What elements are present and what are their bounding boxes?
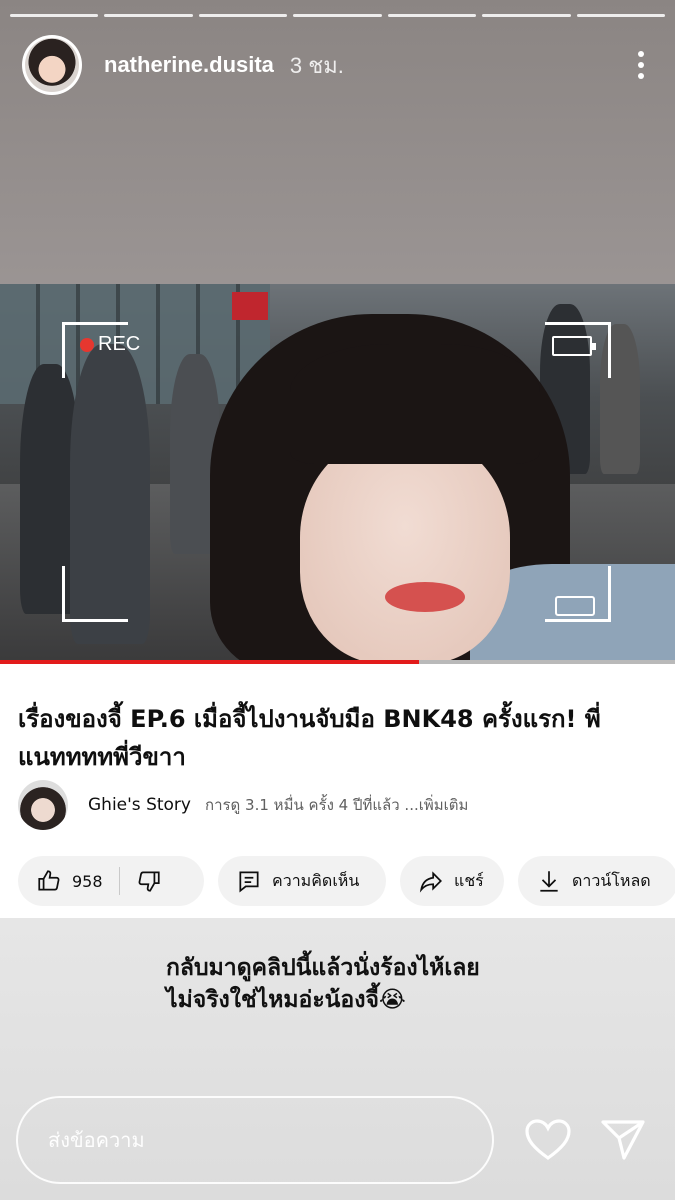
story-header: natherine.dusita 3 ชม. bbox=[22, 34, 653, 96]
message-input[interactable] bbox=[48, 1128, 492, 1152]
battery-icon bbox=[552, 336, 596, 356]
like-dislike-group: 958 bbox=[18, 856, 204, 906]
progress-segment bbox=[10, 14, 99, 17]
progress-segment bbox=[198, 14, 288, 17]
download-button[interactable]: ดาวน์โหลด bbox=[518, 856, 675, 906]
channel-row: Ghie's Story การดู 3.1 หมื่น ครั้ง 4 ปีท… bbox=[18, 780, 658, 830]
story-caption: กลับมาดูคลิปนี้แล้วนั่งร้องไห้เลย ไม่จริ… bbox=[166, 952, 586, 1016]
video-meta[interactable]: การดู 3.1 หมื่น ครั้ง 4 ปีที่แล้ว ...เพิ… bbox=[205, 793, 468, 817]
comment-label: ความคิดเห็น bbox=[272, 870, 360, 890]
action-bar: 958 ความคิดเห็น แชร์ ดาวน์โหลด bbox=[18, 856, 675, 906]
comment-icon bbox=[239, 871, 259, 893]
video-title[interactable]: เรื่องของจี้ EP.6 เมื่อจี้ไปงานจับมือ BN… bbox=[18, 700, 658, 776]
avatar-image bbox=[25, 38, 79, 92]
reply-field[interactable] bbox=[16, 1096, 494, 1184]
subject-bangs bbox=[290, 344, 540, 464]
progress-segment bbox=[387, 14, 477, 17]
subject-face bbox=[300, 434, 510, 664]
send-icon[interactable] bbox=[600, 1118, 646, 1162]
caption-line: กลับมาดูคลิปนี้แล้วนั่งร้องไห้เลย bbox=[166, 955, 480, 981]
viewfinder-corner bbox=[62, 566, 128, 622]
rec-dot-icon bbox=[80, 338, 94, 352]
share-button[interactable]: แชร์ bbox=[400, 856, 504, 906]
story-time: 3 ชม. bbox=[289, 52, 344, 78]
divider bbox=[118, 867, 120, 895]
share-label: แชร์ bbox=[454, 870, 484, 890]
channel-name[interactable]: Ghie's Story bbox=[88, 795, 191, 815]
rec-label: REC bbox=[98, 333, 141, 355]
progress-segment bbox=[482, 14, 571, 17]
heart-icon[interactable] bbox=[524, 1118, 572, 1162]
subject-lips bbox=[385, 582, 465, 612]
like-count[interactable]: 958 bbox=[72, 872, 103, 891]
background-sign bbox=[232, 292, 268, 320]
thumbs-down-icon[interactable] bbox=[136, 868, 162, 894]
progress-segment bbox=[293, 14, 382, 17]
progress-segment bbox=[576, 14, 665, 17]
avatar[interactable] bbox=[22, 35, 82, 95]
share-icon bbox=[419, 871, 442, 893]
caption-line: ไม่จริงใช่ไหมอ่ะน้องจี้😭 bbox=[166, 987, 406, 1013]
story-progress bbox=[10, 14, 665, 17]
progress-segment bbox=[104, 14, 193, 17]
channel-avatar[interactable] bbox=[18, 780, 68, 830]
download-label: ดาวน์โหลด bbox=[572, 870, 651, 890]
more-vertical-icon[interactable] bbox=[629, 47, 653, 83]
cassette-icon bbox=[555, 596, 595, 616]
download-icon bbox=[540, 871, 558, 892]
thumbs-up-icon[interactable] bbox=[36, 868, 62, 894]
username[interactable]: natherine.dusita bbox=[104, 52, 274, 78]
comment-button[interactable]: ความคิดเห็น bbox=[218, 856, 386, 906]
